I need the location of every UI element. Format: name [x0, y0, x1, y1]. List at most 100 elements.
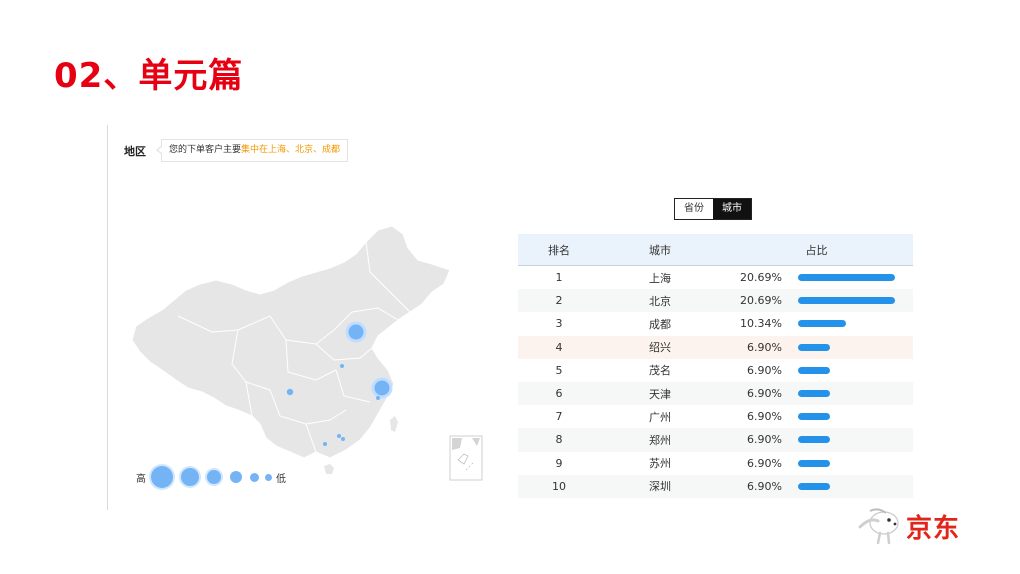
region-tip: 您的下单客户主要集中在上海、北京、成都 [155, 139, 349, 162]
view-toggle: 省份 城市 [674, 198, 752, 220]
jd-logo: 京东 [856, 505, 974, 545]
cell-rank: 7 [555, 410, 563, 424]
south-china-sea-inset [449, 435, 483, 481]
cell-share: 20.69% [740, 271, 782, 285]
header-rank: 排名 [518, 234, 600, 266]
legend-high-label: 高 [136, 474, 146, 485]
china-outline [131, 225, 451, 459]
share-bar [798, 413, 830, 421]
toggle-province[interactable]: 省份 [675, 199, 713, 219]
legend-low-label: 低 [276, 474, 286, 485]
cell-rank: 8 [518, 428, 600, 452]
table-row[interactable]: 2 北京 20.69% [518, 289, 913, 313]
cell-rank: 10 [518, 474, 600, 498]
cell-share-bar [798, 289, 913, 313]
panel-divider [107, 125, 108, 510]
cell-share-bar [798, 428, 913, 452]
slide-title: 02、单元篇 [54, 56, 244, 96]
bubble-guangzhou[interactable] [337, 434, 341, 438]
bubble-zhengzhou[interactable] [340, 364, 344, 368]
cell-city: 上海 [649, 271, 671, 285]
bubble-shenzhen[interactable] [341, 437, 345, 441]
legend-dot [250, 473, 259, 482]
bubble-maoming[interactable] [323, 442, 327, 446]
legend-dot [207, 470, 221, 484]
cell-share: 6.90% [720, 381, 798, 406]
cell-share: 6.90% [720, 474, 798, 498]
china-map-svg [131, 225, 483, 481]
cell-rank: 1 [555, 271, 563, 285]
south-sea-islands [324, 464, 334, 474]
table-row[interactable]: 9 苏州 6.90% [518, 452, 913, 475]
table-row[interactable]: 1 上海 20.69% [518, 266, 913, 290]
cell-share: 6.90% [747, 410, 782, 424]
legend-dot [230, 471, 242, 483]
cell-share-bar [798, 266, 913, 290]
share-bar [798, 343, 830, 351]
joy-dog-icon [858, 508, 899, 545]
jd-logo-text: 京东 [906, 514, 961, 544]
cell-share-bar [798, 335, 913, 359]
toggle-city[interactable]: 城市 [713, 199, 751, 219]
share-bar [798, 274, 895, 282]
cell-rank: 3 [555, 317, 563, 331]
legend-dot [151, 466, 173, 488]
cell-share-bar [798, 312, 913, 335]
region-label: 地区 [124, 145, 146, 158]
cell-share-bar [798, 474, 913, 498]
cell-share: 10.34% [740, 317, 782, 331]
cell-city: 北京 [600, 289, 720, 313]
cell-rank: 4 [518, 335, 600, 359]
legend-dot [265, 474, 272, 481]
cell-city: 天津 [600, 381, 720, 406]
table-row[interactable]: 5 茂名 6.90% [518, 359, 913, 382]
header-city: 城市 [600, 234, 720, 266]
table-row[interactable]: 3 成都 10.34% [518, 312, 913, 335]
cell-city: 苏州 [649, 457, 671, 471]
share-bar [798, 297, 895, 305]
table-row[interactable]: 4 绍兴 6.90% [518, 335, 913, 359]
share-bar [798, 366, 830, 374]
table-body: 1 上海 20.69% 2 北京 20.69% 3 成都 10.34% 4 绍兴 6.90% 5 茂名 6.… [518, 266, 913, 498]
cell-city: 郑州 [600, 428, 720, 452]
cell-share: 6.90% [747, 363, 782, 377]
city-ranking-table: 排名 城市 占比 1 上海 20.69% 2 北京 20.69% 3 成都 10.34% 4 绍兴 6… [518, 234, 913, 498]
share-bar [798, 320, 846, 328]
cell-city: 成都 [649, 317, 671, 331]
cell-share-bar [798, 452, 913, 475]
legend-dot [181, 468, 199, 486]
table-row[interactable]: 7 广州 6.90% [518, 405, 913, 428]
region-tip-text: 您的下单客户主要 [169, 145, 242, 155]
bubble-chengdu[interactable] [286, 388, 294, 396]
china-map[interactable] [120, 220, 500, 500]
header-share: 占比 [720, 234, 913, 266]
cell-share: 6.90% [720, 335, 798, 359]
share-bar [798, 390, 830, 398]
taiwan [390, 416, 398, 432]
cell-share-bar [798, 405, 913, 428]
cell-city: 广州 [649, 410, 671, 424]
cell-share: 6.90% [720, 428, 798, 452]
bubble-shanghai[interactable] [371, 377, 393, 399]
table-row[interactable]: 10 深圳 6.90% [518, 474, 913, 498]
share-bar [798, 459, 830, 467]
cell-city: 绍兴 [600, 335, 720, 359]
cell-rank: 2 [518, 289, 600, 313]
table-header-row: 排名 城市 占比 [518, 234, 913, 266]
share-bar [798, 482, 830, 490]
share-bar [798, 436, 830, 444]
cell-city: 深圳 [600, 474, 720, 498]
cell-city: 茂名 [649, 364, 671, 378]
table-row[interactable]: 8 郑州 6.90% [518, 428, 913, 452]
map-legend: 高 低 [136, 465, 306, 489]
bubble-beijing[interactable] [345, 321, 367, 343]
cell-rank: 9 [555, 456, 563, 470]
cell-rank: 6 [518, 381, 600, 406]
region-tip-highlight: 集中在上海、北京、成都 [241, 145, 341, 155]
table-row[interactable]: 6 天津 6.90% [518, 381, 913, 406]
cell-share-bar [798, 359, 913, 382]
cell-share: 20.69% [720, 289, 798, 313]
cell-share-bar [798, 381, 913, 406]
cell-share: 6.90% [747, 456, 782, 470]
bubble-shaoxing[interactable] [376, 396, 380, 400]
